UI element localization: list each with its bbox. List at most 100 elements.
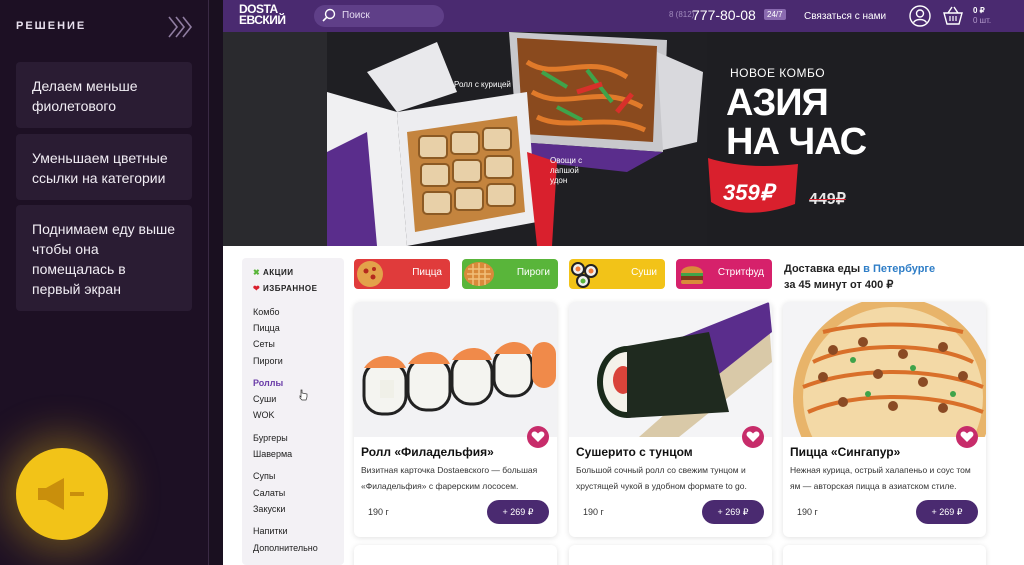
heart-icon [746, 431, 760, 442]
sushirrito-image [569, 302, 772, 437]
delivery-prefix: Доставка еды [784, 263, 861, 275]
site-window: DOSTA ЕВСКИЙ Поиск 8 (812) 777-80-08 24/… [223, 0, 1024, 565]
product-description: Большой сочный ролл со свежим тунцом и х… [576, 465, 747, 491]
sidebar-item-pies[interactable]: Пироги [253, 356, 283, 366]
sidebar-promo-sales[interactable]: ✖ АКЦИИ [253, 268, 293, 277]
city-link[interactable]: в Петербурге [863, 263, 935, 275]
user-icon[interactable] [909, 5, 931, 27]
banner-price-old: 449₽ [809, 191, 846, 208]
product-name[interactable]: Сушерито с тунцом [576, 445, 693, 459]
megaphone-button[interactable] [16, 448, 108, 540]
heart-icon: ❤ [253, 284, 261, 293]
cart-sum: 0 ₽ [973, 6, 985, 15]
sidebar-promo-favorites[interactable]: ❤ ИЗБРАННОЕ [253, 284, 317, 293]
phone-number[interactable]: 777-80-08 [692, 7, 756, 23]
sidebar-item-soups[interactable]: Супы [253, 471, 275, 481]
chevrons-right-icon [168, 16, 193, 38]
site-header: DOSTA ЕВСКИЙ Поиск 8 (812) 777-80-08 24/… [223, 0, 1024, 32]
sidebar-promo-label: ИЗБРАННОЕ [262, 284, 318, 293]
combo-boxes-image [327, 32, 707, 246]
sidebar-item-sets[interactable]: Сеты [253, 339, 275, 349]
burger-thumbnail-icon [681, 266, 703, 284]
solution-card: Уменьшаем цветные ссылки на категории [16, 134, 192, 200]
heart-icon [960, 431, 974, 442]
product-name[interactable]: Ролл «Филадельфия» [361, 445, 494, 459]
hours-badge: 24/7 [764, 9, 786, 20]
category-sidebar: ✖ АКЦИИ ❤ ИЗБРАННОЕ Комбо Пицца Сеты Пир… [242, 258, 344, 565]
product-description: Нежная курица, острый халапеньо и соус т… [790, 465, 971, 491]
sidebar-item-snacks[interactable]: Закуски [253, 504, 285, 514]
category-chip-label: Пицца [412, 267, 442, 278]
banner-headline: АЗИЯ [726, 82, 829, 124]
product-image [354, 302, 557, 437]
product-weight: 190 г [583, 507, 604, 517]
category-chip-streetfood[interactable]: Стритфуд [676, 259, 772, 289]
pizza-thumbnail-icon [357, 261, 383, 287]
delivery-info: Доставка еды в Петербурге за 45 минут от… [784, 261, 935, 293]
cart-count: 0 шт. [973, 16, 992, 25]
sidebar-item-shawarma[interactable]: Шаверма [253, 449, 292, 459]
product-card[interactable]: Сушерито с тунцом Большой сочный ролл со… [569, 302, 772, 537]
sidebar-item-combo[interactable]: Комбо [253, 307, 280, 317]
sidebar-item-drinks[interactable]: Напитки [253, 526, 288, 536]
add-to-cart-button[interactable]: + 269 ₽ [916, 500, 978, 524]
favorite-button[interactable] [742, 426, 764, 448]
solution-panel: РЕШЕНИЕ Делаем меньше фиолетового Уменьш… [0, 0, 209, 565]
phone-code: 8 (812) [669, 10, 695, 19]
sidebar-item-sushi[interactable]: Суши [253, 394, 276, 404]
promo-banner[interactable]: Ролл с курицей Овощи с лапшой удон НОВОЕ… [223, 32, 1024, 246]
heart-icon [531, 431, 545, 442]
percent-icon: ✖ [253, 268, 261, 277]
pizza-image [783, 302, 986, 497]
site-logo[interactable]: DOSTA ЕВСКИЙ [239, 3, 286, 27]
cart-icon[interactable] [942, 5, 964, 27]
category-chip-label: Стритфуд [717, 267, 764, 278]
sidebar-item-wok[interactable]: WOK [253, 410, 275, 420]
sidebar-item-burgers[interactable]: Бургеры [253, 433, 288, 443]
favorite-button[interactable] [956, 426, 978, 448]
favorite-button[interactable] [527, 426, 549, 448]
add-to-cart-button[interactable]: + 269 ₽ [702, 500, 764, 524]
product-card[interactable] [354, 545, 557, 565]
sidebar-item-salads[interactable]: Салаты [253, 488, 285, 498]
banner-label-roll: Ролл с курицей [454, 80, 511, 89]
sushi-thumbnail-icon [571, 262, 598, 288]
product-card[interactable]: Ролл «Филадельфия» Визитная карточка Dos… [354, 302, 557, 537]
solution-card: Делаем меньше фиолетового [16, 62, 192, 128]
contact-link[interactable]: Связаться с нами [804, 11, 886, 22]
banner-subtitle: НОВОЕ КОМБО [730, 66, 826, 80]
product-card[interactable] [783, 545, 986, 565]
banner-headline: НА ЧАС [726, 121, 867, 163]
panel-title: РЕШЕНИЕ [16, 20, 87, 32]
sidebar-promo-label: АКЦИИ [262, 268, 294, 277]
banner-price-new: 359₽ [723, 180, 774, 205]
product-description: Визитная карточка Dostaевского — большая… [361, 465, 538, 491]
add-to-cart-button[interactable]: + 269 ₽ [487, 500, 549, 524]
product-card[interactable] [569, 545, 772, 565]
product-name[interactable]: Пицца «Сингапур» [790, 445, 900, 459]
category-chip-label: Суши [631, 267, 657, 278]
category-chip-pizza[interactable]: Пицца [354, 259, 450, 289]
search-placeholder: Поиск [342, 10, 370, 21]
banner-label-veg: Овощи с лапшой удон [550, 156, 583, 185]
sidebar-item-extra[interactable]: Дополнительно [253, 543, 318, 553]
megaphone-icon [38, 478, 84, 510]
search-icon [322, 8, 336, 22]
banner-background [223, 32, 333, 246]
sidebar-item-pizza[interactable]: Пицца [253, 323, 280, 333]
rolls-image [354, 302, 557, 437]
delivery-terms: за 45 минут от 400 ₽ [784, 279, 894, 291]
cursor-hand-icon [299, 389, 308, 401]
logo-line: ЕВСКИЙ [239, 13, 286, 27]
product-image [569, 302, 772, 437]
product-weight: 190 г [368, 507, 389, 517]
search-input[interactable]: Поиск [314, 5, 444, 27]
category-chip-sushi[interactable]: Суши [569, 259, 665, 289]
category-chip-pies[interactable]: Пироги [462, 259, 558, 289]
product-weight: 190 г [797, 507, 818, 517]
sidebar-item-rolls[interactable]: Роллы [253, 378, 283, 388]
category-chip-label: Пироги [516, 267, 550, 278]
solution-card: Поднимаем еду выше чтобы она помещалась … [16, 205, 192, 311]
pie-thumbnail-icon [464, 262, 494, 286]
product-card[interactable]: Пицца «Сингапур» Нежная курица, острый х… [783, 302, 986, 537]
